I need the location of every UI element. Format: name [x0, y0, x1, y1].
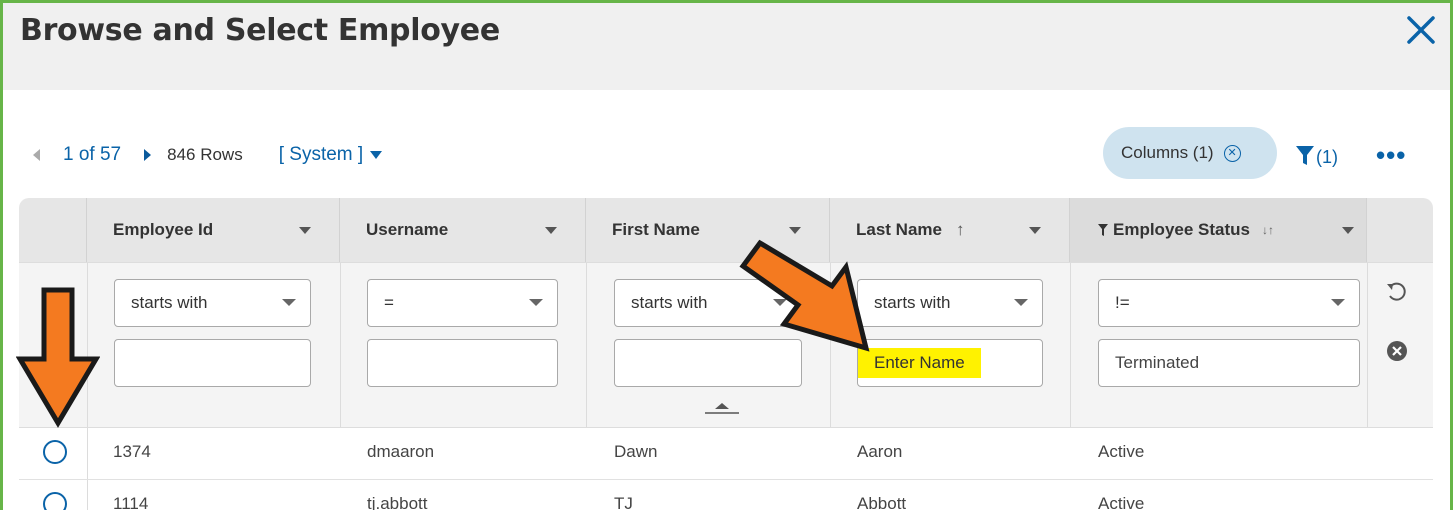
- username-operator-select[interactable]: =: [367, 279, 558, 327]
- sort-ascending-icon: ↑: [955, 220, 965, 239]
- cell-employee-id: 1114: [113, 494, 149, 510]
- operator-value: starts with: [131, 293, 208, 312]
- table-row[interactable]: 1114 tj.abbott TJ Abbott Active: [19, 480, 1433, 510]
- filter-count: (1): [1316, 147, 1338, 167]
- actions-column-header: [1367, 198, 1433, 262]
- reset-filters-icon[interactable]: [1386, 281, 1408, 303]
- cell-last-name: Abbott: [857, 494, 907, 510]
- clear-columns-icon[interactable]: ✕: [1223, 144, 1241, 162]
- cell-first-name: TJ: [614, 494, 633, 510]
- column-label: Last Name: [856, 220, 942, 239]
- column-menu-icon[interactable]: [789, 227, 801, 234]
- employee-id-operator-select[interactable]: starts with: [114, 279, 311, 327]
- last-name-filter-input[interactable]: Enter Name: [857, 339, 1043, 387]
- row-select-radio[interactable]: [43, 440, 67, 464]
- column-menu-icon[interactable]: [1029, 227, 1041, 234]
- page-indicator: 1 of 57: [63, 144, 122, 165]
- employee-id-filter-input[interactable]: [114, 339, 311, 387]
- column-label: Username: [366, 220, 449, 239]
- funnel-icon: [1098, 224, 1108, 236]
- operator-value: starts with: [874, 293, 951, 312]
- view-selector[interactable]: [ System ]: [278, 144, 383, 166]
- rows-count: 846 Rows: [167, 145, 243, 164]
- dialog-titlebar: Browse and Select Employee: [3, 3, 1450, 90]
- filter-button[interactable]: (1): [1296, 143, 1338, 168]
- cell-first-name: Dawn: [614, 442, 658, 461]
- operator-value: !=: [1115, 293, 1130, 312]
- table-row[interactable]: 1374 dmaaron Dawn Aaron Active: [19, 428, 1433, 480]
- select-column-header: [19, 198, 87, 262]
- column-menu-icon[interactable]: [545, 227, 557, 234]
- last-name-operator-select[interactable]: starts with: [857, 279, 1043, 327]
- previous-page-icon[interactable]: [33, 149, 40, 161]
- cell-last-name: Aaron: [857, 442, 903, 461]
- chevron-down-icon: [1331, 299, 1345, 306]
- cell-status: Active: [1098, 442, 1145, 461]
- first-name-operator-select[interactable]: starts with: [614, 279, 802, 327]
- operator-value: starts with: [631, 293, 708, 312]
- grid-header-row: Employee Id Username First Name Last Nam…: [19, 198, 1433, 262]
- row-select-radio[interactable]: [43, 492, 67, 510]
- cell-status: Active: [1098, 494, 1145, 510]
- employee-status-operator-select[interactable]: !=: [1098, 279, 1360, 327]
- clear-filters-icon[interactable]: [1387, 341, 1407, 361]
- column-header-employee-id[interactable]: Employee Id: [87, 198, 340, 262]
- chevron-down-icon: [282, 299, 296, 306]
- chevron-down-icon: [529, 299, 543, 306]
- sort-toggle-icon: ↓↑: [1262, 223, 1274, 237]
- column-header-username[interactable]: Username: [340, 198, 586, 262]
- column-header-first-name[interactable]: First Name: [586, 198, 830, 262]
- close-icon[interactable]: [1404, 13, 1438, 47]
- employee-status-filter-input[interactable]: Terminated: [1098, 339, 1360, 387]
- more-options-icon[interactable]: •••: [1376, 140, 1406, 171]
- cell-username: dmaaron: [367, 442, 435, 461]
- cell-employee-id: 1374: [113, 442, 151, 461]
- funnel-icon: [1296, 145, 1314, 165]
- operator-value: =: [384, 293, 394, 312]
- view-selector-label: [ System ]: [278, 144, 364, 165]
- column-menu-icon[interactable]: [1342, 227, 1354, 234]
- employee-grid: Employee Id Username First Name Last Nam…: [19, 198, 1433, 510]
- dialog-title: Browse and Select Employee: [20, 13, 500, 48]
- last-name-placeholder: Enter Name: [858, 348, 981, 378]
- column-label: Employee Status: [1113, 220, 1250, 239]
- chevron-down-icon: [370, 151, 383, 159]
- columns-button-label: Columns (1): [1121, 143, 1214, 162]
- column-menu-icon[interactable]: [299, 227, 311, 234]
- columns-button[interactable]: Columns (1) ✕: [1103, 127, 1277, 179]
- column-label: Employee Id: [113, 220, 214, 239]
- username-filter-input[interactable]: [367, 339, 558, 387]
- first-name-filter-input[interactable]: [614, 339, 802, 387]
- column-header-employee-status[interactable]: Employee Status ↓↑: [1070, 198, 1367, 262]
- chevron-down-icon: [773, 299, 787, 306]
- cell-username: tj.abbott: [367, 494, 428, 510]
- column-label: First Name: [612, 220, 700, 239]
- dialog-frame: Browse and Select Employee 1 of 57 846 R…: [0, 0, 1453, 510]
- next-page-icon[interactable]: [144, 149, 152, 161]
- grid-filter-row: starts with = starts with starts with En…: [19, 262, 1433, 428]
- collapse-filter-icon[interactable]: [705, 401, 739, 415]
- pager: 1 of 57 846 Rows [ System ]: [33, 143, 383, 167]
- column-header-last-name[interactable]: Last Name ↑: [830, 198, 1070, 262]
- chevron-down-icon: [1014, 299, 1028, 306]
